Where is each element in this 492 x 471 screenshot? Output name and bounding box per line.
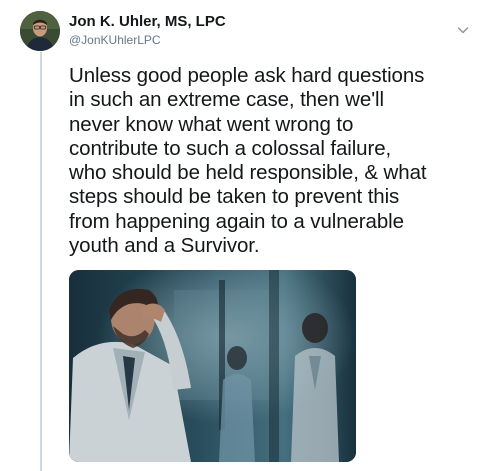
tweet-media-photo[interactable] (69, 270, 356, 462)
author-avatar[interactable] (20, 11, 60, 51)
author-handle[interactable]: @JonKUhlerLPC (69, 33, 161, 47)
tweet-text-line: in such an extreme case, then we'll (69, 88, 384, 112)
thread-line (40, 52, 42, 471)
avatar-photo-icon (20, 11, 60, 51)
author-name[interactable]: Jon K. Uhler, MS, LPC (69, 13, 226, 30)
tweet-text-line: contribute to such a colossal failure, (69, 136, 392, 160)
tweet-text-line: who should be held responsible, & what (69, 161, 427, 185)
tweet-text-line: steps should be taken to prevent this (69, 185, 400, 209)
chevron-down-icon (457, 27, 469, 34)
photo-doctor-head-in-hand-icon (69, 270, 356, 462)
tweet-text-line: from happening again to a vulnerable (69, 209, 404, 233)
tweet-text-line: youth and a Survivor. (69, 234, 260, 258)
tweet-menu-button[interactable] (455, 22, 471, 38)
tweet-text-line: Unless good people ask hard questions (69, 64, 425, 87)
tweet-text-line: never know what went wrong to (69, 112, 354, 136)
tweet-text: Unless good people ask hard questions in… (69, 64, 473, 258)
